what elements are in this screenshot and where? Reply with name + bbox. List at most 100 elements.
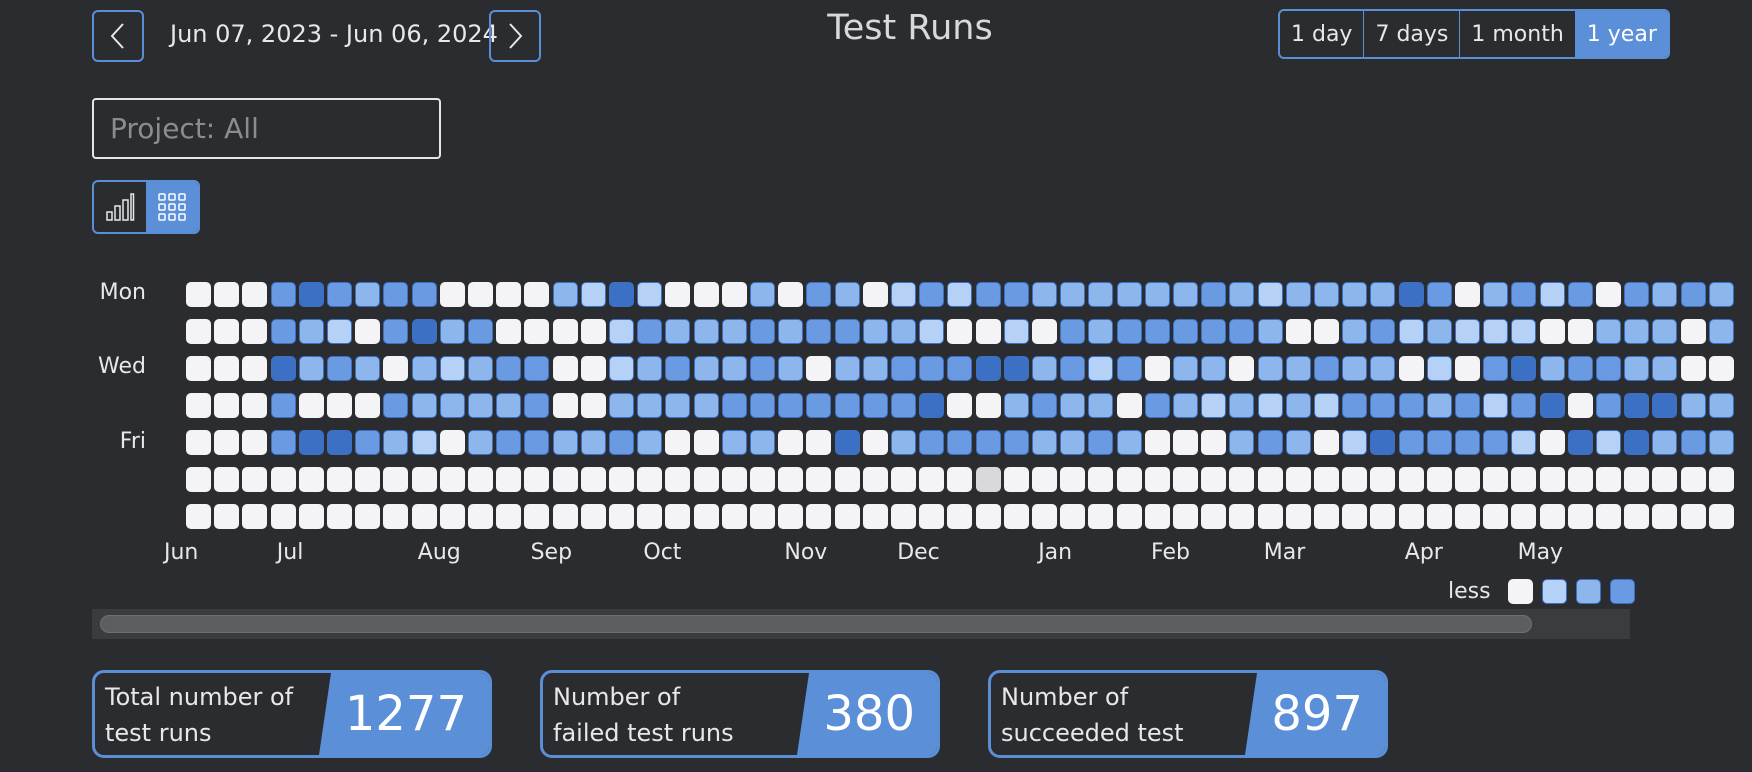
heatmap-cell[interactable] (496, 356, 522, 381)
heatmap-cell[interactable] (1032, 282, 1057, 307)
heatmap-cell[interactable] (834, 319, 860, 344)
heatmap-cell[interactable] (721, 467, 747, 492)
heatmap-cell[interactable] (975, 319, 1001, 344)
heatmap-cell[interactable] (750, 430, 775, 455)
heatmap-cell[interactable] (637, 282, 663, 307)
heatmap-cell[interactable] (1285, 282, 1311, 307)
heatmap-cell[interactable] (891, 393, 916, 418)
heatmap-cell[interactable] (1708, 282, 1734, 307)
heatmap-cell[interactable] (383, 282, 409, 307)
heatmap-cell[interactable] (242, 282, 268, 307)
heatmap-cell[interactable] (411, 393, 437, 418)
heatmap-cell[interactable] (665, 282, 691, 307)
heatmap-cell[interactable] (186, 430, 211, 455)
heatmap-cell[interactable] (1398, 504, 1424, 529)
heatmap-cell[interactable] (580, 356, 606, 381)
heatmap-cell[interactable] (327, 393, 352, 418)
heatmap-cell[interactable] (1624, 393, 1650, 418)
heatmap-cell[interactable] (580, 430, 606, 455)
heatmap-cell[interactable] (1088, 356, 1114, 381)
heatmap-cell[interactable] (1567, 282, 1593, 307)
heatmap-cell[interactable] (214, 319, 240, 344)
heatmap-cell[interactable] (1285, 430, 1311, 455)
heatmap-cell[interactable] (1173, 282, 1198, 307)
heatmap-cell[interactable] (1596, 356, 1621, 381)
heatmap-cell[interactable] (947, 467, 973, 492)
heatmap-cell[interactable] (327, 319, 352, 344)
heatmap-cell[interactable] (298, 430, 324, 455)
heatmap-cell[interactable] (270, 282, 296, 307)
heatmap-cell[interactable] (609, 356, 634, 381)
heatmap-cell[interactable] (806, 504, 832, 529)
heatmap-cell[interactable] (1229, 430, 1255, 455)
heatmap-cell[interactable] (1539, 504, 1565, 529)
heatmap-cell[interactable] (355, 356, 381, 381)
heatmap-cell[interactable] (524, 430, 550, 455)
heatmap-cell[interactable] (1285, 504, 1311, 529)
heatmap-cell[interactable] (1680, 504, 1706, 529)
heatmap-cell[interactable] (1173, 319, 1198, 344)
heatmap-cell[interactable] (1144, 467, 1170, 492)
heatmap-cell[interactable] (1708, 430, 1734, 455)
heatmap-cell[interactable] (693, 467, 719, 492)
heatmap-cell[interactable] (355, 467, 381, 492)
heatmap-cell[interactable] (665, 430, 691, 455)
heatmap-cell[interactable] (919, 430, 945, 455)
heatmap-cell[interactable] (1483, 393, 1509, 418)
heatmap-cell[interactable] (327, 282, 352, 307)
heatmap-cell[interactable] (1652, 282, 1678, 307)
heatmap-cell[interactable] (242, 430, 268, 455)
heatmap-cell[interactable] (609, 504, 634, 529)
heatmap-cell[interactable] (1511, 393, 1537, 418)
heatmap-cell[interactable] (383, 467, 409, 492)
heatmap-cell[interactable] (1088, 467, 1114, 492)
heatmap-cell[interactable] (1652, 393, 1678, 418)
heatmap-cell[interactable] (1285, 356, 1311, 381)
heatmap-cell[interactable] (1652, 319, 1678, 344)
heatmap-cell[interactable] (1680, 430, 1706, 455)
heatmap-cell[interactable] (1201, 356, 1227, 381)
heatmap-cell[interactable] (1003, 393, 1029, 418)
heatmap-cell[interactable] (721, 504, 747, 529)
heatmap-cell[interactable] (665, 319, 691, 344)
heatmap-cell[interactable] (1426, 356, 1452, 381)
heatmap-cell[interactable] (1314, 504, 1339, 529)
heatmap-cell[interactable] (1567, 393, 1593, 418)
heatmap-cell[interactable] (891, 356, 916, 381)
heatmap-cell[interactable] (1680, 319, 1706, 344)
heatmap-cell[interactable] (1708, 356, 1734, 381)
heatmap-cell[interactable] (355, 282, 381, 307)
heatmap-cell[interactable] (778, 393, 804, 418)
heatmap-cell[interactable] (1088, 393, 1114, 418)
heatmap-cell[interactable] (1455, 282, 1480, 307)
heatmap-cell[interactable] (1567, 504, 1593, 529)
heatmap-cell[interactable] (439, 467, 465, 492)
heatmap-cell[interactable] (1032, 467, 1057, 492)
heatmap-cell[interactable] (242, 393, 268, 418)
heatmap-cell[interactable] (609, 467, 634, 492)
heatmap-cell[interactable] (1342, 504, 1368, 529)
heatmap-cell[interactable] (1652, 467, 1678, 492)
heatmap-cell[interactable] (1201, 430, 1227, 455)
heatmap-cell[interactable] (862, 467, 888, 492)
heatmap-cell[interactable] (1173, 356, 1198, 381)
heatmap-cell[interactable] (1342, 356, 1368, 381)
next-period-button[interactable] (489, 10, 541, 62)
heatmap-cell[interactable] (1680, 393, 1706, 418)
scrollbar-thumb[interactable] (100, 615, 1532, 633)
heatmap-cell[interactable] (383, 319, 409, 344)
heatmap-cell[interactable] (1144, 282, 1170, 307)
heatmap-cell[interactable] (1173, 504, 1198, 529)
heatmap-cell[interactable] (1624, 467, 1650, 492)
heatmap-cell[interactable] (778, 467, 804, 492)
heatmap-cell[interactable] (1003, 356, 1029, 381)
heatmap-cell[interactable] (1314, 393, 1339, 418)
heatmap-cell[interactable] (1455, 467, 1480, 492)
heatmap-cell[interactable] (1229, 467, 1255, 492)
heatmap-cell[interactable] (975, 282, 1001, 307)
prev-period-button[interactable] (92, 10, 144, 62)
heatmap-cell[interactable] (609, 430, 634, 455)
heatmap-cell[interactable] (1342, 319, 1368, 344)
heatmap-cell[interactable] (355, 319, 381, 344)
heatmap-cell[interactable] (186, 467, 211, 492)
